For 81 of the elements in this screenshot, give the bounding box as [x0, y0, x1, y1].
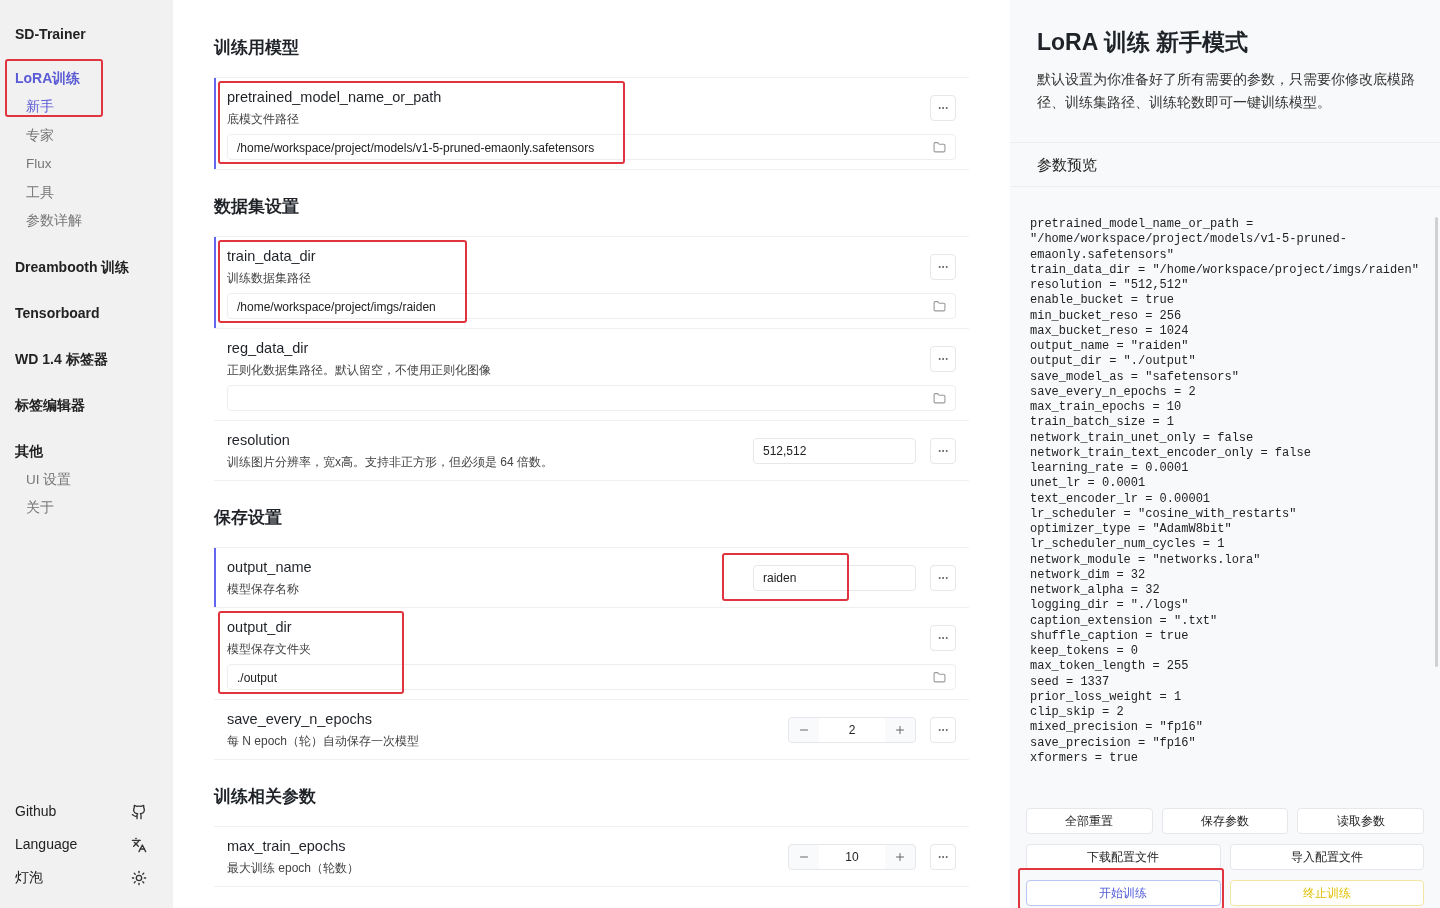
- nav-item[interactable]: UI 设置: [0, 465, 173, 494]
- more-button[interactable]: [930, 564, 956, 591]
- footer-label: Github: [15, 802, 57, 821]
- field-label: train_data_dir: [227, 247, 317, 266]
- field-label: max_train_epochs: [227, 837, 347, 856]
- panel-title: LoRA 训练 新手模式: [1037, 28, 1250, 57]
- action-button[interactable]: 保存参数: [1161, 808, 1289, 834]
- footer-link[interactable]: 灯泡: [0, 861, 173, 894]
- plus-icon: [894, 723, 906, 736]
- field-label: reg_data_dir: [227, 339, 310, 358]
- text-field[interactable]: 512,512: [753, 437, 916, 464]
- sun-icon: [131, 869, 147, 886]
- footer-link[interactable]: Language: [0, 828, 173, 861]
- scrollbar[interactable]: [1435, 217, 1438, 667]
- section-heading: 训练用模型: [214, 37, 300, 59]
- path-field[interactable]: /home/workspace/project/imgs/raiden: [227, 293, 956, 319]
- more-button[interactable]: [930, 437, 956, 464]
- code-preview: pretrained_model_name_or_path = "/home/workspace/project/models/v1-5-pruned-emaonly.safetensors" train_data_dir = "/home/workspace/project/imgs/raiden" resolution = "512,512" enable_bucket = true min_bucket_reso = 256 max_bucket_reso = 1024 output_name = "raiden" output_dir = "./output" save_model_as = "safetensors" save_every_n_epochs = 2 max_train_epochs = 10 train_batch_size = 1 network_train_unet_only = false network_train_text_encoder_only = false learning_rate = 0.0001 unet_lr = 0.0001 text_encoder_lr = 0.00001 lr_scheduler = "cosine_with_restarts" optimizer_type = "AdamW8bit" lr_scheduler_num_cycles = 1 network_module = "networks.lora" network_dim = 32 network_alpha = 32 logging_dir = "./logs" caption_extension = ".txt" shuffle_caption = true keep_tokens = 0 max_token_length = 255 seed = 1337 prior_loss_weight = 1 clip_skip = 2 mixed_precision = "fp16" save_precision = "fp16" xformers = true: [1030, 217, 1420, 766]
- more-button[interactable]: [930, 716, 956, 743]
- github-icon: [131, 803, 147, 820]
- field-description: 模型保存文件夹: [227, 641, 312, 658]
- field-description: 每 N epoch（轮）自动保存一次模型: [227, 733, 421, 750]
- more-button[interactable]: [930, 345, 956, 372]
- nav-group-link[interactable]: LoRA训练: [0, 63, 173, 93]
- field-label: pretrained_model_name_or_path: [227, 88, 443, 107]
- footer-label: Language: [15, 835, 78, 854]
- field-description: 训练数据集路径: [227, 270, 312, 287]
- section-heading: 保存设置: [214, 507, 283, 529]
- nav-group-link[interactable]: Dreambooth 训练: [0, 251, 173, 282]
- field-description: 训练图片分辨率，宽x高。支持非正方形，但必须是 64 倍数。: [227, 454, 554, 471]
- field-description: 模型保存名称: [227, 581, 300, 598]
- folder-icon: [933, 299, 946, 313]
- panel-description: 默认设置为你准备好了所有需要的参数，只需要你修改底模路径、训练集路径、训练轮数即可一键训练模型。: [1037, 71, 1416, 112]
- path-value: /home/workspace/project/models/v1-5-pruned-emaonly.safetensors: [237, 141, 595, 155]
- nav-item[interactable]: 新手: [0, 93, 173, 122]
- path-field[interactable]: [227, 385, 956, 411]
- folder-icon: [933, 391, 946, 405]
- footer-link[interactable]: Github: [0, 795, 173, 828]
- nav-group-link[interactable]: Tensorboard: [0, 297, 173, 328]
- path-value: /home/workspace/project/imgs/raiden: [237, 300, 436, 314]
- field-description: 底模文件路径: [227, 111, 300, 128]
- nav-group-link[interactable]: WD 1.4 标签器: [0, 343, 173, 374]
- nav-group-link[interactable]: 标签编辑器: [0, 389, 173, 420]
- action-button[interactable]: 下载配置文件: [1026, 844, 1221, 870]
- section-heading: 数据集设置: [214, 196, 300, 218]
- path-field[interactable]: ./output: [227, 664, 956, 690]
- translate-icon: [131, 836, 147, 853]
- more-button[interactable]: [930, 843, 956, 870]
- number-value: 10: [819, 844, 885, 869]
- section-heading: 训练相关参数: [214, 786, 317, 808]
- path-value: ./output: [237, 671, 278, 685]
- nav-group-link[interactable]: 其他: [0, 435, 173, 466]
- field-label: resolution: [227, 431, 291, 450]
- path-field[interactable]: /home/workspace/project/models/v1-5-pruned-emaonly.safetensors: [227, 134, 956, 160]
- text-field[interactable]: raiden: [753, 564, 916, 591]
- more-button[interactable]: [930, 253, 956, 280]
- field-description: 最大训练 epoch（轮数）: [227, 860, 361, 877]
- field-label: output_dir: [227, 618, 293, 637]
- number-value: 2: [819, 717, 885, 742]
- field-description: 正则化数据集路径。默认留空，不使用正则化图像: [227, 362, 492, 379]
- more-button[interactable]: [930, 624, 956, 651]
- number-stepper[interactable]: 2: [788, 716, 916, 743]
- app-title: SD-Trainer: [14, 25, 87, 43]
- nav-item[interactable]: Flux: [0, 150, 173, 179]
- nav-item[interactable]: 专家: [0, 121, 173, 150]
- field-label: output_name: [227, 558, 313, 577]
- action-button[interactable]: 全部重置: [1026, 808, 1153, 834]
- nav-item[interactable]: 关于: [0, 494, 173, 523]
- folder-icon: [933, 670, 946, 684]
- nav-item[interactable]: 参数详解: [0, 207, 173, 236]
- action-button[interactable]: 导入配置文件: [1229, 844, 1424, 870]
- plus-icon: [894, 850, 906, 863]
- number-stepper[interactable]: 10: [788, 843, 916, 870]
- nav-item[interactable]: 工具: [0, 178, 173, 207]
- field-label: save_every_n_epochs: [227, 710, 374, 729]
- more-button[interactable]: [930, 94, 956, 121]
- footer-label: 灯泡: [15, 868, 43, 887]
- preview-heading: 参数预览: [1010, 143, 1440, 187]
- folder-icon: [933, 140, 946, 154]
- action-button[interactable]: 开始训练: [1026, 880, 1221, 906]
- action-button[interactable]: 读取参数: [1297, 808, 1424, 834]
